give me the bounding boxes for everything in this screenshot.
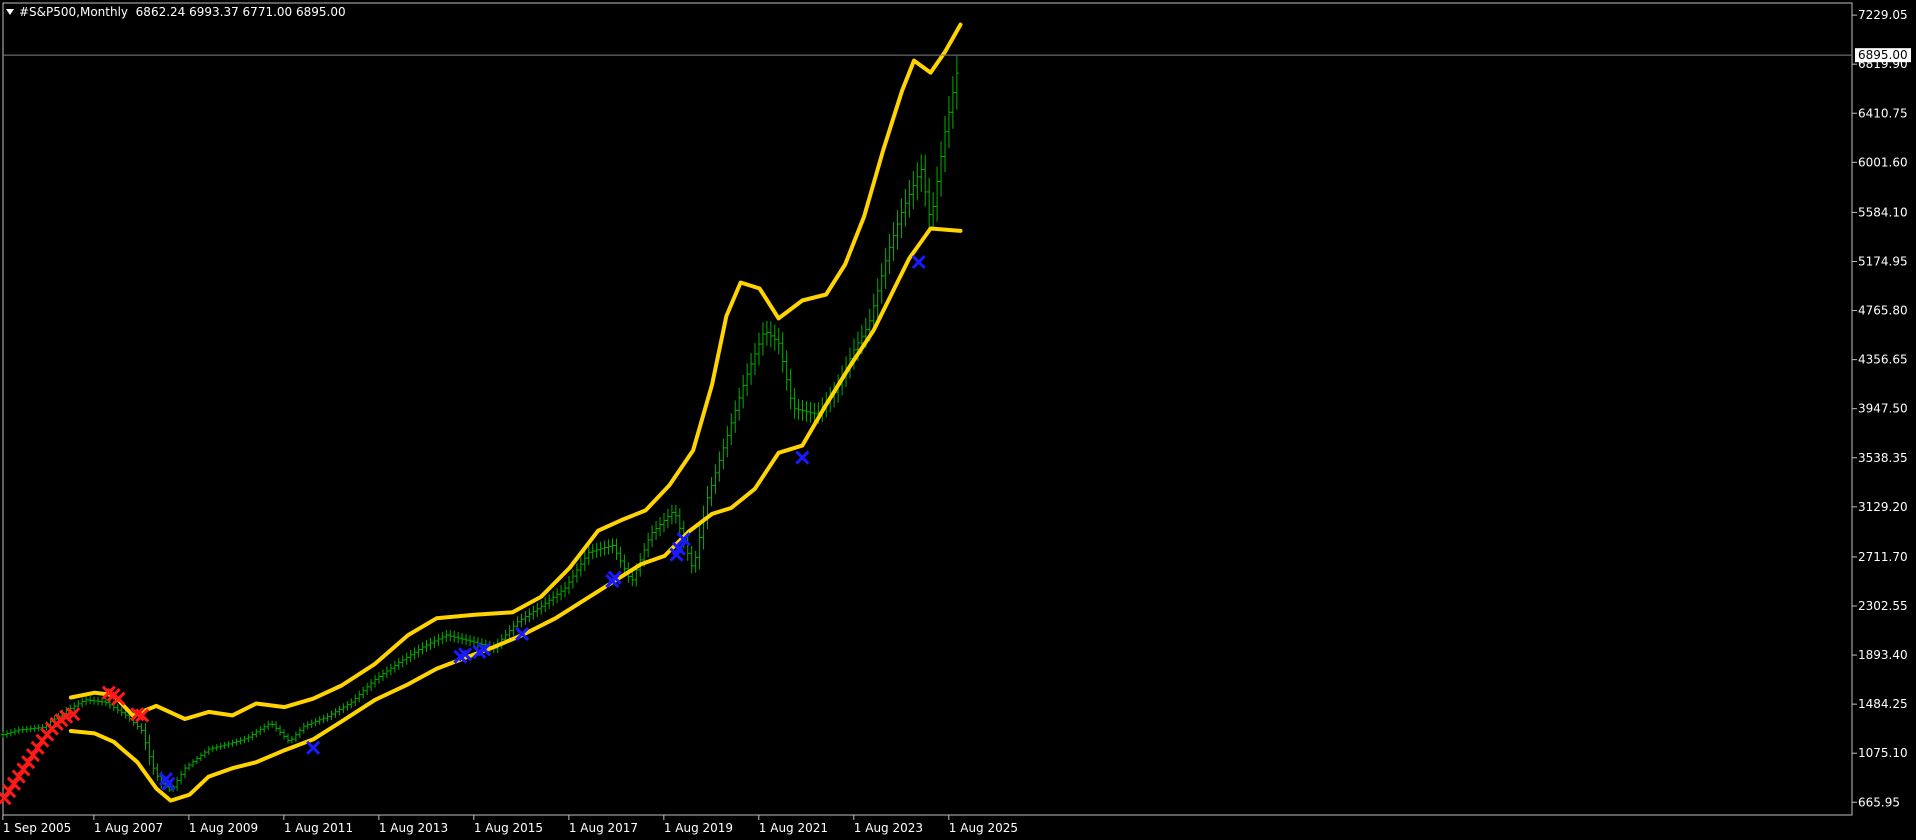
x-tick-label: 1 Aug 2025: [949, 821, 1018, 835]
x-axis: 1 Sep 2005 1 Aug 2007 1 Aug 2009 1 Aug 2011…: [2, 815, 1018, 835]
upper-band: [68, 22, 963, 721]
y-tick-label: 1484.25: [1858, 697, 1908, 711]
x-tick-label: 1 Aug 2007: [94, 821, 163, 835]
x-tick-label: 1 Aug 2021: [759, 821, 828, 835]
current-price-label: 6895.00: [1855, 48, 1911, 63]
chart-title: #S&P500,Monthly 6862.24 6993.37 6771.00 …: [6, 4, 346, 20]
x-tick-label: 1 Aug 2009: [189, 821, 258, 835]
price-label-text: 6895.00: [1858, 48, 1908, 62]
chart-frame: [2, 2, 1853, 816]
y-tick-label: 3538.35: [1858, 451, 1908, 465]
y-tick-label: 3129.20: [1858, 500, 1908, 514]
chart-area[interactable]: 7229.05 6819.90 6410.75 6001.60 5584.10 5174.…: [0, 0, 1916, 840]
x-tick-label: 1 Aug 2019: [664, 821, 733, 835]
bollinger-bands: [68, 22, 963, 803]
x-tick-label: 1 Aug 2013: [379, 821, 448, 835]
y-tick-label: 6001.60: [1858, 155, 1908, 169]
x-tick-label: 1 Aug 2023: [854, 821, 923, 835]
y-tick-label: 1893.40: [1858, 648, 1908, 662]
symbol-label: #S&P500,Monthly: [19, 5, 129, 19]
y-tick-label: 6410.75: [1858, 106, 1908, 120]
y-tick-label: 5174.95: [1858, 254, 1908, 268]
y-tick-label: 2711.70: [1858, 550, 1908, 564]
x-tick-label: 1 Aug 2011: [284, 821, 353, 835]
price-chart[interactable]: 7229.056819.906410.756001.605584.105174.…: [0, 0, 1916, 840]
y-tick-label: 1075.10: [1858, 746, 1908, 760]
buy-marker: [306, 740, 321, 755]
y-tick-label: 5584.10: [1858, 205, 1908, 219]
y-axis: 7229.056819.906410.756001.605584.105174.…: [1852, 8, 1908, 809]
x-tick-label: 1 Aug 2017: [569, 821, 638, 835]
y-tick-label: 2302.55: [1858, 599, 1908, 613]
x-tick-label: 1 Aug 2015: [474, 821, 543, 835]
y-tick-label: 3947.50: [1858, 402, 1908, 416]
buy-marker: [795, 450, 810, 465]
y-tick-label: 4765.80: [1858, 304, 1908, 318]
y-tick-label: 665.95: [1858, 795, 1900, 809]
dropdown-triangle-icon[interactable]: [6, 8, 14, 15]
y-tick-label: 7229.05: [1858, 8, 1908, 22]
y-tick-label: 4356.65: [1858, 353, 1908, 367]
x-tick-label: 1 Sep 2005: [3, 821, 71, 835]
buy-marker: [911, 255, 926, 270]
ohlc-values: 6862.24 6993.37 6771.00 6895.00: [135, 5, 346, 19]
signal-markers: [0, 255, 926, 806]
